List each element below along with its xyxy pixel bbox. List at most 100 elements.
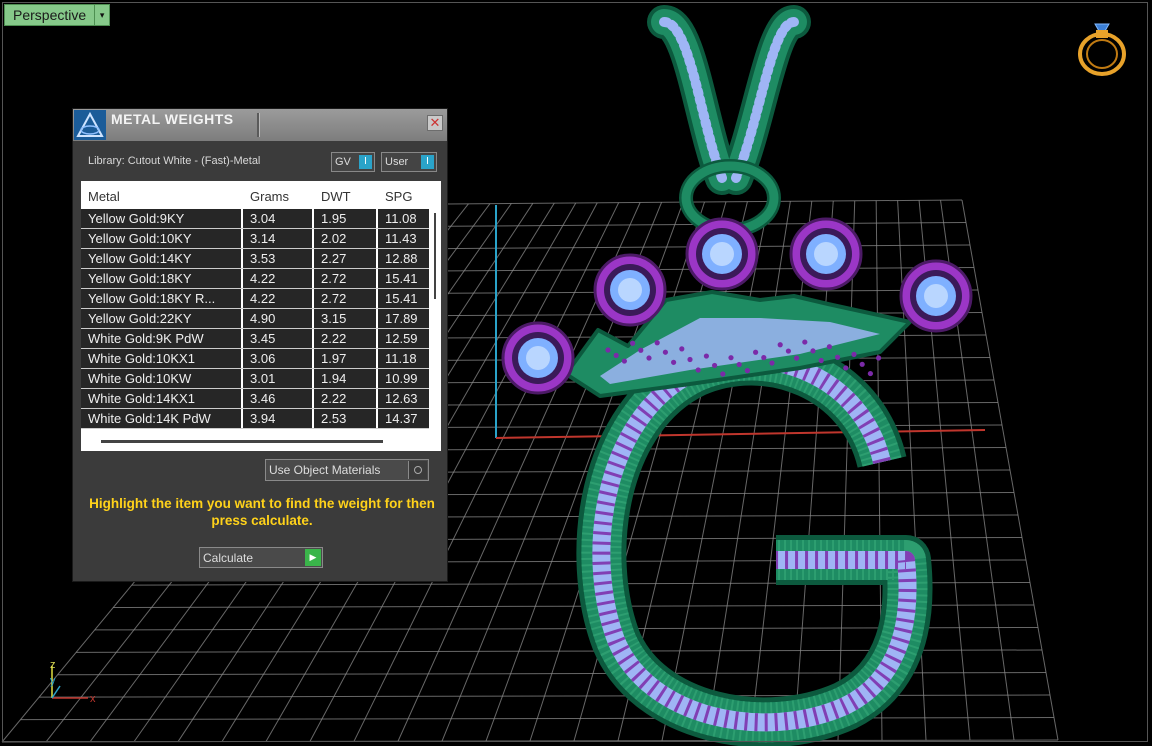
instruction-text: Highlight the item you want to find the … — [89, 496, 435, 528]
crown-gem — [621, 358, 628, 364]
table-row[interactable]: Yellow Gold:22KY 4.90 3.15 17.89 — [81, 309, 429, 329]
crown-gem — [843, 365, 849, 371]
table-cell-dwt: 1.95 — [314, 209, 378, 228]
crown-gem — [826, 344, 833, 350]
table-cell-spg: 12.63 — [378, 389, 429, 408]
table-cell-spg: 12.88 — [378, 249, 429, 268]
crown-gem — [859, 361, 865, 367]
table-cell-spg: 15.41 — [378, 269, 429, 288]
table-cell-spg: 17.89 — [378, 309, 429, 328]
table-row[interactable]: White Gold:10KX1 3.06 1.97 11.18 — [81, 349, 429, 369]
calculate-button[interactable]: Calculate ▶ — [199, 547, 323, 568]
view-dropdown-icon[interactable]: ▾ — [95, 4, 111, 26]
table-row[interactable]: Yellow Gold:18KY R... 4.22 2.72 15.41 — [81, 289, 429, 309]
view-name[interactable]: Perspective — [4, 4, 96, 26]
table-row[interactable]: White Gold:9K PdW 3.45 2.22 12.59 — [81, 329, 429, 349]
table-row[interactable]: White Gold:14KX1 3.46 2.22 12.63 — [81, 389, 429, 409]
dropdown-knob-icon[interactable] — [408, 461, 427, 479]
table-row[interactable]: Yellow Gold:9KY 3.04 1.95 11.08 — [81, 209, 429, 229]
table-cell-grams: 4.22 — [243, 289, 314, 308]
crown-gem — [671, 359, 677, 365]
play-icon[interactable]: ▶ — [305, 549, 321, 566]
crown-gem — [753, 349, 759, 355]
crown-gem — [736, 361, 742, 368]
table-row[interactable]: Yellow Gold:14KY 3.53 2.27 12.88 — [81, 249, 429, 269]
table-row[interactable]: Yellow Gold:10KY 3.14 2.02 11.43 — [81, 229, 429, 249]
use-object-materials-label: Use Object Materials — [269, 463, 381, 477]
table-cell-spg: 11.18 — [378, 349, 429, 368]
table-cell-dwt: 2.27 — [314, 249, 378, 268]
gem-highlight — [710, 242, 734, 266]
gv-toggle[interactable]: GV I — [331, 152, 375, 172]
crown-gem — [810, 348, 816, 354]
table-cell-grams: 3.04 — [243, 209, 314, 228]
close-icon[interactable]: ✕ — [427, 115, 443, 131]
calculate-label: Calculate — [203, 551, 254, 565]
crown-gem — [802, 339, 808, 345]
table-row[interactable]: White Gold:10KW 3.01 1.94 10.99 — [81, 369, 429, 389]
table-cell-spg: 15.41 — [378, 289, 429, 308]
user-toggle-label: User — [385, 156, 409, 168]
crown-gem — [654, 340, 660, 346]
crown-gem — [679, 346, 685, 352]
panel-title: METAL WEIGHTS — [111, 111, 234, 127]
axis-label-y: y — [50, 675, 56, 687]
crown-gem — [761, 354, 767, 361]
gv-toggle-knob[interactable]: I — [359, 155, 372, 169]
axis-label-x: x — [90, 693, 96, 705]
crown-gem — [728, 355, 734, 361]
library-label: Library: Cutout White - (Fast)-Metal — [88, 155, 261, 167]
table-cell-dwt: 3.15 — [314, 309, 378, 328]
table-row[interactable]: White Gold:14K PdW 3.94 2.53 14.37 — [81, 409, 429, 429]
column-header-grams[interactable]: Grams — [243, 181, 314, 209]
table-cell-dwt: 1.94 — [314, 369, 378, 388]
table-cell-spg: 14.37 — [378, 409, 429, 428]
3d-viewport[interactable]: Perspective ▾ METAL WEIGHTS ✕ Library: C… — [0, 0, 1152, 746]
table-vertical-scrollbar[interactable] — [429, 193, 441, 431]
crown-gem — [720, 371, 726, 377]
table-cell-grams: 3.53 — [243, 249, 314, 268]
crown-gem — [687, 356, 693, 363]
table-cell-dwt: 2.02 — [314, 229, 378, 248]
crown-gem — [744, 368, 751, 374]
user-toggle-knob[interactable]: I — [421, 155, 434, 169]
table-cell-metal: Yellow Gold:10KY — [81, 229, 243, 248]
use-object-materials-dropdown[interactable]: Use Object Materials — [265, 459, 429, 481]
table-cell-grams: 4.22 — [243, 269, 314, 288]
scrollbar-thumb[interactable] — [434, 213, 436, 299]
table-cell-grams: 3.45 — [243, 329, 314, 348]
table-row[interactable]: Yellow Gold:18KY 4.22 2.72 15.41 — [81, 269, 429, 289]
column-header-spg[interactable]: SPG — [378, 181, 429, 209]
crown-gem — [876, 355, 882, 361]
metal-table[interactable]: Metal Grams DWT SPG Yellow Gold:9KY 3.04 1… — [81, 181, 441, 451]
crown-gem — [695, 367, 701, 373]
table-cell-dwt: 2.72 — [314, 269, 378, 288]
crown-gem — [867, 370, 874, 377]
table-cell-grams: 3.94 — [243, 409, 314, 428]
panel-titlebar[interactable]: METAL WEIGHTS ✕ — [73, 109, 447, 141]
table-horizontal-scrollbar[interactable] — [101, 440, 383, 443]
axis-gizmo-icon: z y x — [50, 659, 96, 705]
user-toggle[interactable]: User I — [381, 152, 437, 172]
table-cell-metal: White Gold:14KX1 — [81, 389, 243, 408]
table-header: Metal Grams DWT SPG — [81, 181, 441, 209]
gem-highlight — [618, 278, 642, 302]
rhinogold-logo-icon — [74, 110, 106, 140]
crown-gem — [835, 354, 841, 360]
table-cell-spg: 11.43 — [378, 229, 429, 248]
view-label[interactable]: Perspective ▾ — [4, 4, 111, 26]
table-cell-dwt: 2.22 — [314, 329, 378, 348]
crown-gem — [630, 340, 636, 346]
gem-highlight — [924, 284, 948, 308]
table-cell-spg: 12.59 — [378, 329, 429, 348]
ring-icon[interactable] — [1074, 16, 1130, 80]
table-cell-metal: Yellow Gold:22KY — [81, 309, 243, 328]
gem-highlight — [526, 346, 550, 370]
table-cell-dwt: 2.72 — [314, 289, 378, 308]
column-header-metal[interactable]: Metal — [81, 181, 243, 209]
crown-gem — [777, 342, 783, 348]
column-header-dwt[interactable]: DWT — [314, 181, 378, 209]
gem-highlight — [814, 242, 838, 266]
crown-gem — [662, 349, 669, 355]
pendant-model[interactable] — [501, 5, 973, 746]
